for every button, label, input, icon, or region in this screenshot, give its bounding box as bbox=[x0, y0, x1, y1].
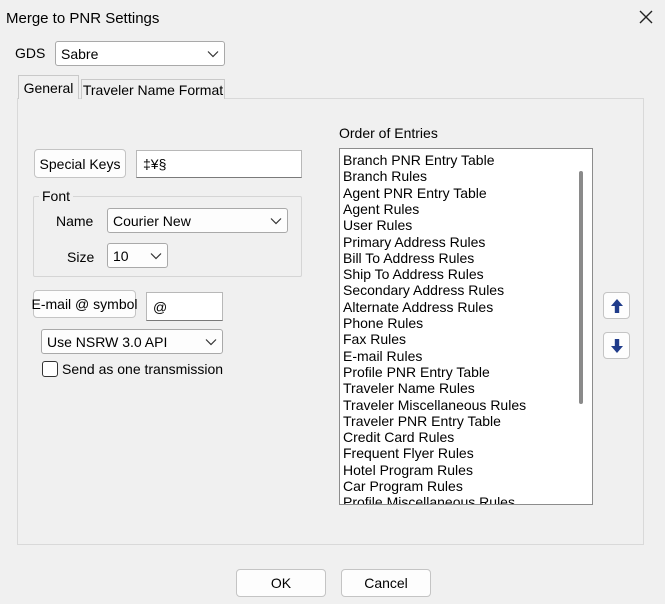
order-of-entries-label: Order of Entries bbox=[339, 125, 438, 141]
list-item[interactable]: User Rules bbox=[343, 217, 412, 233]
list-item[interactable]: Frequent Flyer Rules bbox=[343, 445, 474, 461]
gds-label: GDS bbox=[15, 45, 46, 61]
list-item[interactable]: Traveler Name Rules bbox=[343, 380, 475, 396]
tab-traveler-name-format-label: Traveler Name Format bbox=[82, 81, 224, 98]
list-item[interactable]: Traveler Miscellaneous Rules bbox=[343, 397, 526, 413]
tab-general[interactable]: General bbox=[18, 75, 79, 99]
list-item[interactable]: Secondary Address Rules bbox=[343, 282, 504, 298]
api-version-select[interactable]: Use NSRW 3.0 API bbox=[41, 329, 223, 354]
list-item[interactable]: Credit Card Rules bbox=[343, 429, 454, 445]
list-item[interactable]: Alternate Address Rules bbox=[343, 299, 493, 315]
close-icon bbox=[639, 10, 653, 24]
font-size-value: 10 bbox=[113, 247, 129, 264]
list-item[interactable]: E-mail Rules bbox=[343, 348, 422, 364]
list-item[interactable]: Hotel Program Rules bbox=[343, 462, 473, 478]
font-group-label: Font bbox=[39, 188, 74, 204]
send-one-checkbox[interactable] bbox=[42, 361, 58, 377]
font-size-label: Size bbox=[67, 249, 95, 265]
close-button[interactable] bbox=[633, 4, 659, 30]
font-size-select[interactable]: 10 bbox=[107, 243, 168, 268]
send-one-label: Send as one transmission bbox=[62, 361, 224, 377]
chevron-down-icon bbox=[202, 42, 224, 65]
font-name-select[interactable]: Courier New bbox=[107, 208, 288, 233]
list-item[interactable]: Branch PNR Entry Table bbox=[343, 152, 494, 168]
chevron-down-icon bbox=[265, 209, 287, 232]
font-name-value: Courier New bbox=[113, 212, 191, 229]
chevron-down-icon bbox=[200, 330, 222, 353]
font-name-label: Name bbox=[56, 213, 94, 229]
window-title: Merge to PNR Settings bbox=[6, 10, 160, 27]
list-item[interactable]: Fax Rules bbox=[343, 331, 406, 347]
arrow-down-icon bbox=[610, 338, 623, 353]
special-keys-button[interactable]: Special Keys bbox=[34, 149, 126, 178]
email-symbol-button[interactable]: E-mail @ symbol bbox=[32, 290, 138, 318]
api-version-value: Use NSRW 3.0 API bbox=[47, 333, 168, 350]
chevron-down-icon bbox=[145, 244, 167, 267]
list-item[interactable]: Ship To Address Rules bbox=[343, 266, 484, 282]
cancel-button[interactable]: Cancel bbox=[341, 569, 431, 597]
order-of-entries-list[interactable]: Branch PNR Entry Table Branch Rules Agent … bbox=[339, 148, 593, 505]
list-item[interactable]: Phone Rules bbox=[343, 315, 423, 331]
gds-select[interactable]: Sabre bbox=[55, 41, 225, 66]
list-item[interactable]: Primary Address Rules bbox=[343, 234, 485, 250]
list-item[interactable]: Traveler PNR Entry Table bbox=[343, 413, 501, 429]
special-keys-input[interactable]: ‡¥§ bbox=[136, 150, 302, 178]
email-symbol-input[interactable]: @ bbox=[146, 292, 223, 321]
move-up-button[interactable] bbox=[603, 292, 630, 319]
tab-general-label: General bbox=[23, 79, 74, 96]
gds-value: Sabre bbox=[61, 45, 99, 62]
list-item[interactable]: Bill To Address Rules bbox=[343, 250, 474, 266]
list-item[interactable]: Profile PNR Entry Table bbox=[343, 364, 490, 380]
list-scrollbar-thumb[interactable] bbox=[579, 171, 583, 404]
list-item[interactable]: Agent PNR Entry Table bbox=[343, 185, 487, 201]
ok-button[interactable]: OK bbox=[236, 569, 326, 597]
list-item[interactable]: Branch Rules bbox=[343, 168, 427, 184]
arrow-up-icon bbox=[610, 298, 623, 313]
list-item[interactable]: Car Program Rules bbox=[343, 478, 463, 494]
list-item[interactable]: Agent Rules bbox=[343, 201, 419, 217]
move-down-button[interactable] bbox=[603, 332, 630, 359]
tab-traveler-name-format[interactable]: Traveler Name Format bbox=[81, 79, 225, 99]
list-item[interactable]: Profile Miscellaneous Rules bbox=[343, 494, 515, 504]
